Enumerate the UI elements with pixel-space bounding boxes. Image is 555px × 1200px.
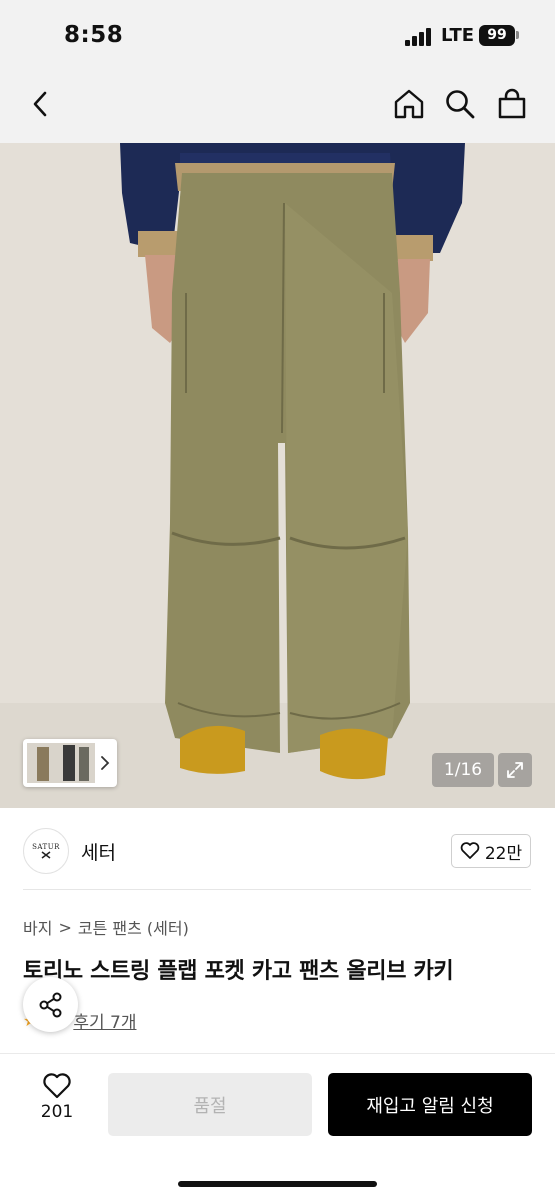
product-title: 토리노 스트링 플랩 포켓 카고 팬츠 올리브 카키: [23, 959, 454, 984]
brand-name[interactable]: 세터: [81, 838, 116, 865]
status-time: 8:58: [64, 22, 124, 48]
review-link[interactable]: 후기 7개: [73, 1008, 136, 1033]
signal-icon: [405, 28, 435, 46]
breadcrumb: 바지 > 코튼 팬츠 (세터): [23, 915, 189, 939]
wishlist-button[interactable]: 201: [28, 1072, 86, 1138]
brand-like-button[interactable]: 22만: [451, 834, 531, 868]
breadcrumb-category[interactable]: 바지: [23, 915, 52, 939]
brand-logo[interactable]: SATUR: [23, 828, 69, 874]
restock-alert-button[interactable]: 재입고 알림 신청: [328, 1073, 532, 1136]
brand-row: SATUR 세터 22만: [0, 808, 555, 891]
heart-icon: [43, 1073, 71, 1099]
heart-icon: [460, 842, 480, 859]
product-photo: [0, 143, 555, 808]
breadcrumb-separator: >: [58, 917, 72, 937]
expand-button[interactable]: [498, 753, 532, 787]
product-image[interactable]: [0, 143, 555, 808]
cart-button[interactable]: [492, 84, 532, 124]
breadcrumb-subcategory[interactable]: 코튼 팬츠 (세터): [78, 915, 189, 939]
wishlist-count: 201: [40, 1102, 74, 1122]
share-button[interactable]: [23, 977, 78, 1032]
back-arrow-icon: [33, 91, 47, 117]
home-icon: [394, 89, 424, 119]
network-label: LTE: [441, 25, 475, 46]
brand-logo-mark: [41, 851, 51, 859]
home-button[interactable]: [389, 84, 429, 124]
divider: [23, 889, 531, 890]
thumbnail-strip[interactable]: [23, 739, 117, 787]
brand-like-count: 22만: [484, 843, 523, 864]
soldout-button: 품절: [108, 1073, 312, 1136]
search-icon: [446, 90, 475, 119]
search-button[interactable]: [440, 84, 480, 124]
shopping-bag-icon: [498, 88, 526, 119]
expand-icon: [507, 762, 523, 778]
battery-tip: [516, 31, 519, 39]
bottom-action-bar: 201 품절 재입고 알림 신청: [0, 1053, 555, 1200]
chevron-right-icon: [101, 756, 110, 770]
thumbnail-image: [27, 743, 95, 783]
brand-logo-text: SATUR: [32, 843, 60, 851]
image-counter: 1/16: [432, 753, 494, 787]
top-nav: [0, 68, 555, 143]
home-indicator: [178, 1181, 377, 1187]
status-bar: 8:58 LTE 99: [0, 0, 555, 68]
back-button[interactable]: [20, 84, 60, 124]
battery-icon: 99: [479, 25, 515, 46]
share-icon: [39, 992, 61, 1017]
